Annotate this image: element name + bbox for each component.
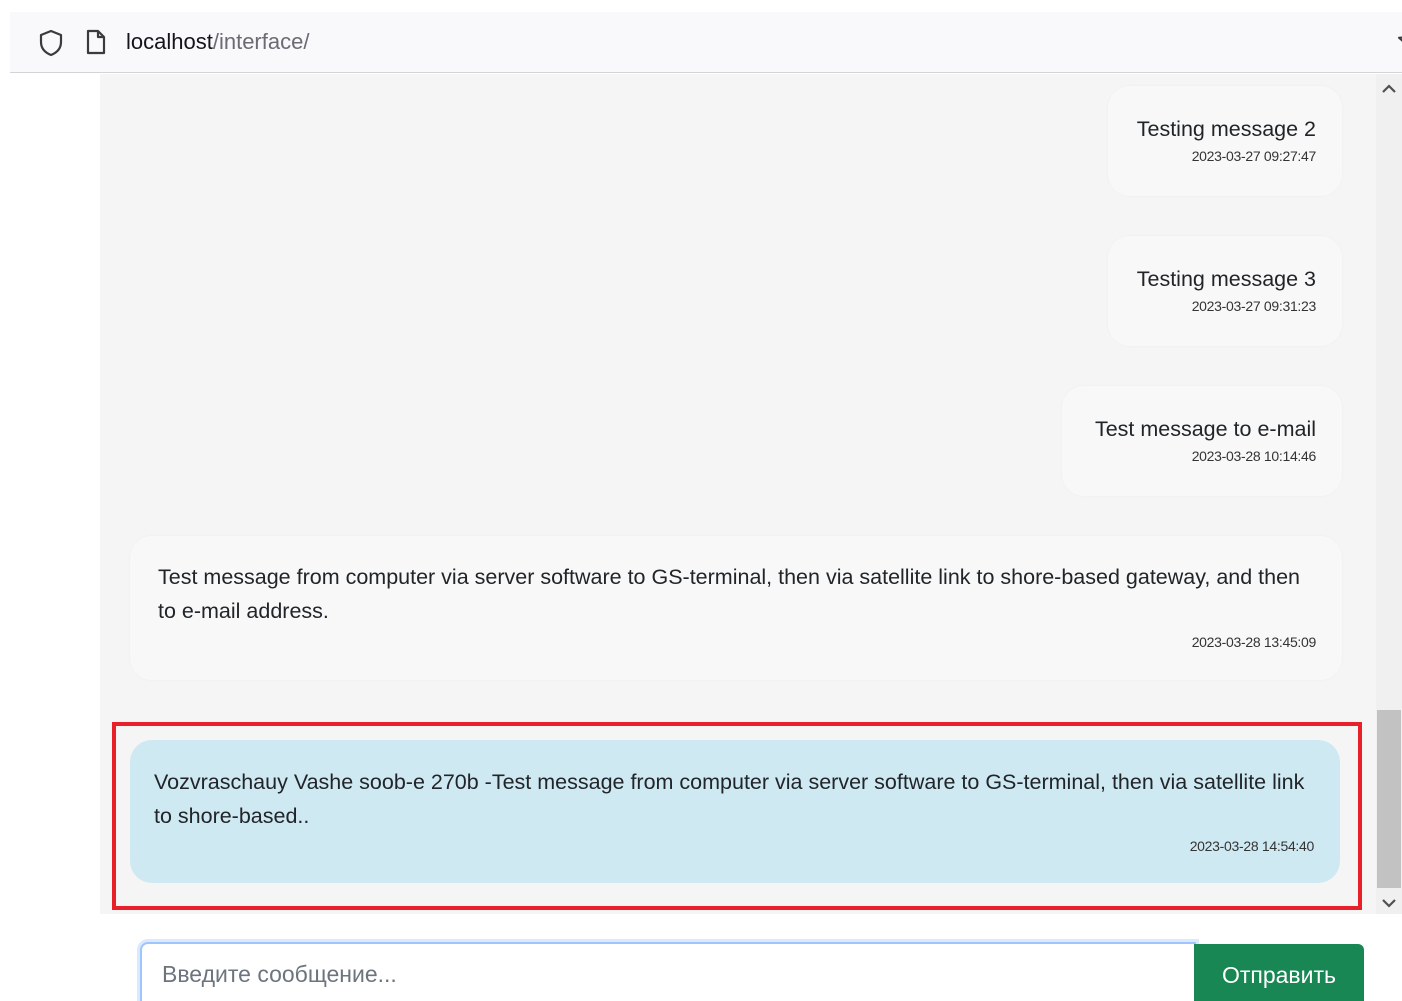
message-bubble: Testing message 3 2023-03-27 09:31:23 [1108, 236, 1342, 346]
message-timestamp: 2023-03-27 09:27:47 [1191, 148, 1317, 164]
message-text: Test message from computer via server so… [158, 565, 1301, 623]
address-bar[interactable]: localhost/interface/ [10, 12, 1402, 73]
page-icon [86, 29, 106, 55]
scrollbar-thumb[interactable] [1377, 710, 1401, 888]
url-path: /interface/ [212, 29, 310, 54]
message-text: Test message to e-mail [1094, 417, 1316, 441]
message-timestamp: 2023-03-28 10:14:46 [1191, 448, 1317, 464]
message-bubble: Test message to e-mail 2023-03-28 10:14:… [1062, 386, 1342, 496]
message-bubble: Testing message 2 2023-03-27 09:27:47 [1108, 86, 1342, 196]
message-bubble: Test message from computer via server so… [130, 536, 1342, 680]
shield-icon[interactable] [38, 29, 64, 57]
browser-window: localhost/interface/ Testing message 2 2… [0, 0, 1402, 1001]
url-text[interactable]: localhost/interface/ [126, 29, 309, 55]
bookmark-star-icon[interactable] [1396, 26, 1402, 56]
scroll-up-icon[interactable] [1380, 80, 1398, 98]
highlight-frame [112, 722, 1362, 910]
scroll-down-icon[interactable] [1380, 894, 1398, 912]
message-input[interactable] [142, 944, 1194, 1001]
url-host: localhost [126, 29, 213, 54]
message-timestamp: 2023-03-27 09:31:23 [1191, 298, 1317, 314]
message-timestamp: 2023-03-28 13:45:09 [1191, 634, 1317, 650]
message-text: Testing message 3 [1136, 267, 1316, 291]
message-input-wrapper[interactable] [140, 942, 1196, 1001]
chat-scrollbar[interactable] [1376, 74, 1402, 914]
message-text: Testing message 2 [1136, 117, 1316, 141]
send-button[interactable]: Отправить [1194, 944, 1364, 1001]
